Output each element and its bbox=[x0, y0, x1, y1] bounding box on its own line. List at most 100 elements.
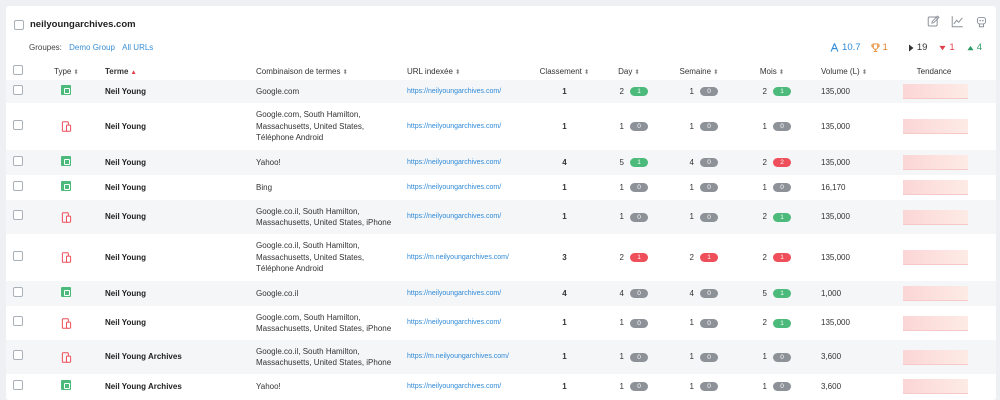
indexed-url-link[interactable]: https://m.neilyoungarchives.com/ bbox=[407, 254, 509, 261]
day-change-value: 1 bbox=[619, 182, 624, 192]
row-checkbox[interactable] bbox=[13, 210, 23, 221]
week-change-value: 1 bbox=[689, 86, 694, 96]
col-term[interactable]: Terme ▲ bbox=[99, 62, 250, 80]
row-checkbox[interactable] bbox=[13, 316, 23, 327]
volume-cell: 135,000 bbox=[806, 200, 888, 234]
day-change-delta-badge: 0 bbox=[630, 183, 648, 192]
week-change-delta-badge: 0 bbox=[700, 212, 718, 222]
table-row[interactable]: Neil Young Bing https://neilyoungarchives.… bbox=[6, 175, 996, 200]
table-row[interactable]: Neil Young Archives Yahoo! https://neilyou… bbox=[6, 374, 996, 399]
table-row[interactable]: Neil Young Google.co.il, South Hamilton, M… bbox=[6, 234, 996, 281]
mobile-icon bbox=[61, 351, 72, 363]
trend-sparkline bbox=[903, 250, 968, 265]
month-change-delta-badge: 1 bbox=[773, 318, 791, 328]
month-change-delta-badge: 0 bbox=[773, 382, 791, 391]
term-cell: Neil Young bbox=[105, 252, 147, 262]
robot-icon[interactable] bbox=[975, 15, 988, 28]
sort-icon: ⬍ bbox=[861, 68, 868, 76]
col-day[interactable]: Day ⬍ bbox=[598, 62, 660, 80]
combo-cell: Yahoo! bbox=[250, 150, 401, 175]
table-row[interactable]: Neil Young Yahoo! https://neilyoungarchive… bbox=[6, 150, 996, 175]
indexed-url-link[interactable]: https://neilyoungarchives.com/ bbox=[407, 319, 501, 326]
select-all-checkbox[interactable] bbox=[13, 65, 23, 75]
table-row[interactable]: Neil Young Google.com, South Hamilton, Mas… bbox=[6, 103, 996, 150]
week-change-value: 1 bbox=[689, 352, 694, 362]
day-change-delta-badge: 1 bbox=[630, 158, 648, 167]
rank-cell: 1 bbox=[562, 381, 567, 391]
col-month[interactable]: Mois ⬍ bbox=[738, 62, 806, 80]
indexed-url-link[interactable]: https://neilyoungarchives.com/ bbox=[407, 88, 501, 95]
volume-cell: 3,600 bbox=[806, 340, 888, 374]
row-checkbox[interactable] bbox=[13, 250, 23, 261]
indexed-url-link[interactable]: https://m.neilyoungarchives.com/ bbox=[407, 353, 509, 360]
table-row[interactable]: Neil Young Google.co.il https://neilyounga… bbox=[6, 281, 996, 306]
row-checkbox[interactable] bbox=[13, 155, 23, 166]
week-change: 21 bbox=[680, 252, 718, 264]
day-change: 10 bbox=[610, 121, 648, 133]
row-checkbox[interactable] bbox=[13, 119, 23, 130]
sort-asc-icon: ▲ bbox=[130, 68, 137, 76]
rank-cell: 3 bbox=[562, 252, 567, 262]
day-change-delta-badge: 0 bbox=[630, 122, 648, 131]
col-rank[interactable]: Classement ⬍ bbox=[531, 62, 598, 80]
col-url[interactable]: URL indexée ⬍ bbox=[401, 62, 531, 80]
row-checkbox[interactable] bbox=[13, 286, 23, 297]
group-link-demo[interactable]: Demo Group bbox=[69, 43, 115, 52]
col-combo[interactable]: Combinaison de termes ⬍ bbox=[250, 62, 401, 80]
week-change: 40 bbox=[680, 157, 718, 169]
col-type[interactable]: Type ⬍ bbox=[44, 62, 99, 80]
mobile-icon bbox=[61, 121, 72, 132]
month-change-value: 1 bbox=[762, 352, 767, 362]
month-change-value: 1 bbox=[762, 121, 767, 131]
combo-cell: Google.co.il, South Hamilton, Massachuset… bbox=[250, 340, 401, 374]
combo-cell: Google.com, South Hamilton, Massachusetts… bbox=[250, 306, 401, 340]
trophy-icon bbox=[870, 43, 880, 52]
month-change-delta-badge: 1 bbox=[773, 212, 791, 222]
row-checkbox[interactable] bbox=[13, 180, 23, 191]
indexed-url-link[interactable]: https://neilyoungarchives.com/ bbox=[407, 290, 501, 297]
month-change-value: 5 bbox=[762, 288, 767, 298]
combo-line: Google.com, South Hamilton, bbox=[256, 312, 361, 322]
day-change-value: 4 bbox=[619, 288, 624, 298]
col-volume[interactable]: Volume (L) ⬍ bbox=[806, 62, 888, 80]
row-checkbox[interactable] bbox=[13, 84, 23, 95]
desktop-icon bbox=[61, 286, 71, 297]
site-checkbox[interactable] bbox=[14, 20, 24, 30]
table-row[interactable]: Neil Young Google.com https://neilyoungarc… bbox=[6, 80, 996, 103]
row-checkbox[interactable] bbox=[13, 379, 23, 390]
site-name: neilyoungarchives.com bbox=[30, 19, 136, 30]
month-change: 21 bbox=[753, 252, 791, 264]
day-change-value: 2 bbox=[619, 86, 624, 96]
group-link-all-urls[interactable]: All URLs bbox=[122, 43, 153, 52]
edit-icon[interactable] bbox=[927, 15, 940, 28]
month-change: 22 bbox=[753, 157, 791, 169]
combo-cell: Google.co.il bbox=[250, 281, 401, 306]
month-change: 10 bbox=[753, 121, 791, 133]
indexed-url-link[interactable]: https://neilyoungarchives.com/ bbox=[407, 159, 501, 166]
month-change-delta-badge: 1 bbox=[773, 87, 791, 96]
indexed-url-link[interactable]: https://neilyoungarchives.com/ bbox=[407, 383, 501, 390]
groups-label: Groupes: bbox=[29, 43, 62, 52]
table-row[interactable]: Neil Young Google.co.il, South Hamilton, M… bbox=[6, 200, 996, 234]
indexed-url-link[interactable]: https://neilyoungarchives.com/ bbox=[407, 123, 501, 130]
table-row[interactable]: Neil Young Google.com, South Hamilton, Mas… bbox=[6, 306, 996, 340]
day-change: 51 bbox=[610, 157, 648, 169]
sort-icon: ⬍ bbox=[634, 68, 640, 76]
day-change: 10 bbox=[610, 182, 648, 194]
volume-cell: 16,170 bbox=[821, 182, 846, 192]
week-change: 40 bbox=[680, 288, 718, 300]
chart-icon[interactable] bbox=[951, 15, 964, 28]
combo-line: Bing bbox=[256, 182, 273, 192]
table-row[interactable]: Neil Young Archives Google.co.il, South H… bbox=[6, 340, 996, 374]
desktop-icon bbox=[61, 155, 71, 166]
day-change-delta-badge: 1 bbox=[630, 253, 648, 262]
col-week[interactable]: Semaine ⬍ bbox=[660, 62, 738, 80]
combo-cell: Google.co.il, South Hamilton, Massachuset… bbox=[250, 234, 401, 281]
sort-icon: ⬍ bbox=[778, 68, 785, 76]
indexed-url-link[interactable]: https://neilyoungarchives.com/ bbox=[407, 213, 501, 220]
indexed-url-link[interactable]: https://neilyoungarchives.com/ bbox=[407, 184, 501, 191]
row-checkbox[interactable] bbox=[13, 350, 23, 361]
mobile-icon bbox=[61, 211, 72, 223]
day-change-value: 1 bbox=[619, 352, 624, 362]
combo-cell: Bing bbox=[250, 175, 401, 200]
